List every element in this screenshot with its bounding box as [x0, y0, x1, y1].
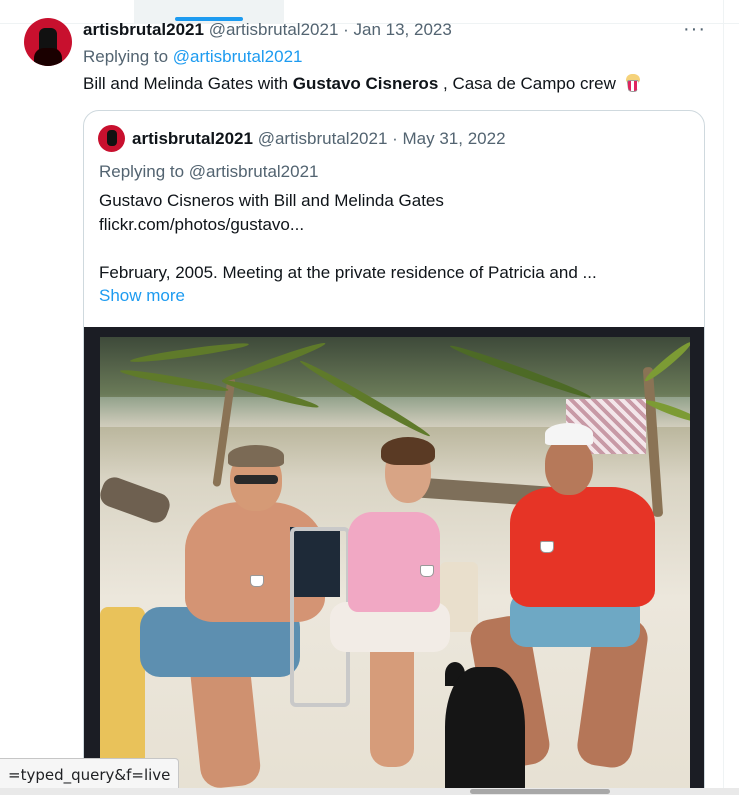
tweet-text-bold: Gustavo Cisneros: [292, 74, 439, 93]
quoted-media[interactable]: [84, 327, 704, 795]
tweet-text-part1: Bill and Melinda Gates with: [83, 74, 293, 93]
scrollbar-thumb[interactable]: [470, 789, 610, 794]
quoted-author-meta: @artisbrutal2021 · May 31, 2022: [257, 129, 506, 148]
tweet-text-part2: , Casa de Campo crew: [438, 74, 616, 93]
horizontal-scrollbar[interactable]: [0, 788, 739, 795]
more-options-icon[interactable]: ···: [683, 18, 706, 41]
photo-log-left: [100, 473, 174, 527]
tweet-text: Bill and Melinda Gates with Gustavo Cisn…: [83, 74, 641, 94]
replying-to: Replying to @artisbrutal2021: [83, 47, 303, 67]
quoted-tweet-header: artisbrutal2021 @artisbrutal2021 · May 3…: [132, 129, 506, 149]
quoted-author-name: artisbrutal2021: [132, 129, 253, 148]
popcorn-icon: [625, 74, 641, 92]
author-name[interactable]: artisbrutal2021: [83, 20, 204, 39]
quoted-text-blank: [99, 237, 689, 261]
replying-to-handle[interactable]: @artisbrutal2021: [173, 47, 303, 66]
quoted-text-line: February, 2005. Meeting at the private r…: [99, 263, 597, 282]
quoted-text-line: flickr.com/photos/gustavo...: [99, 215, 305, 234]
tweet-header: artisbrutal2021 @artisbrutal2021 · Jan 1…: [83, 20, 452, 40]
link-preview-url: =typed_query&f=live: [0, 758, 180, 790]
photo-dog: [445, 667, 525, 795]
author-avatar[interactable]: [24, 18, 72, 66]
quoted-text-line: Gustavo Cisneros with Bill and Melinda G…: [99, 191, 444, 210]
quoted-tweet-card[interactable]: artisbrutal2021 @artisbrutal2021 · May 3…: [83, 110, 705, 795]
beach-photo: [100, 337, 690, 795]
quoted-replying-to: Replying to @artisbrutal2021: [99, 162, 319, 181]
replying-to-prefix: Replying to: [83, 47, 173, 66]
timeline-right-border: [723, 0, 724, 795]
avatar-figure-body: [34, 48, 62, 66]
show-more-link[interactable]: Show more: [99, 286, 185, 306]
quoted-author-avatar: [98, 125, 125, 152]
author-meta[interactable]: @artisbrutal2021 · Jan 13, 2023: [209, 20, 452, 39]
quoted-tweet-text: Gustavo Cisneros with Bill and Melinda G…: [99, 189, 689, 285]
